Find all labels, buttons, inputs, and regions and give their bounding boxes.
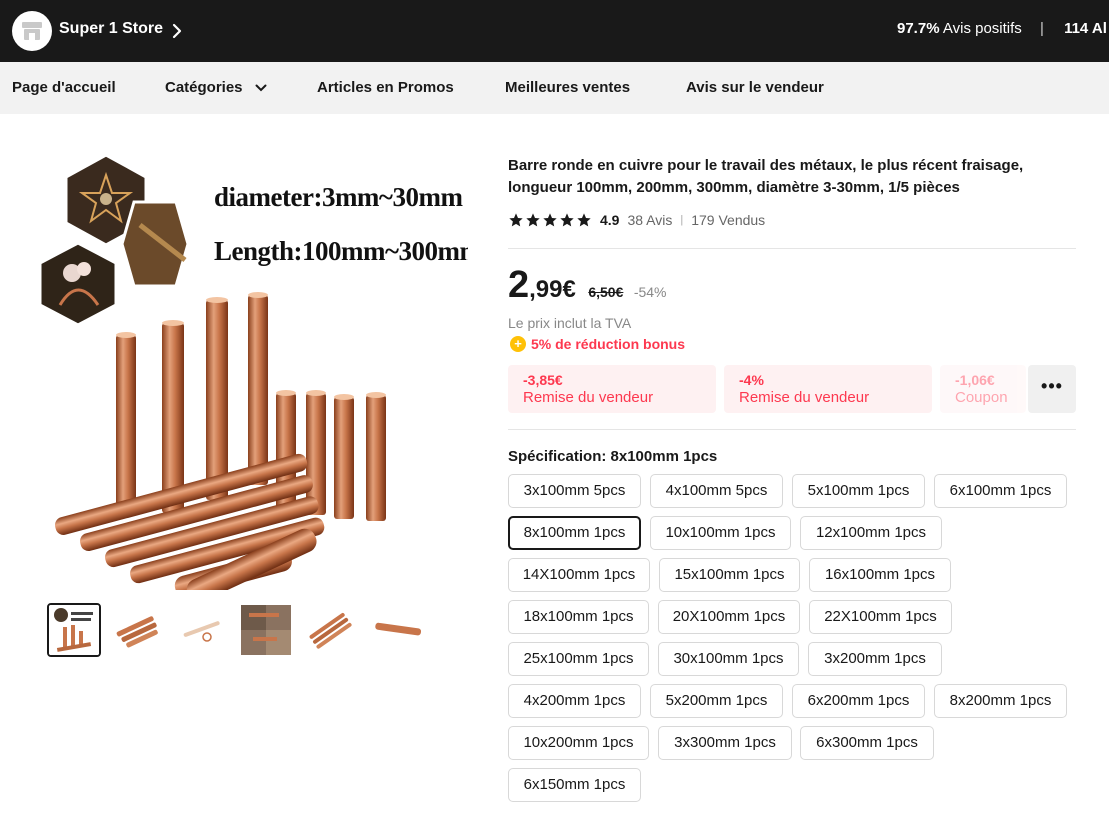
spec-option[interactable]: 3x300mm 1pcs — [658, 726, 792, 760]
star-icon — [560, 213, 574, 227]
nav-seller-reviews[interactable]: Avis sur le vendeur — [686, 79, 824, 96]
thumbnail-image — [367, 603, 421, 657]
spec-option[interactable]: 25x100mm 1pcs — [508, 642, 649, 676]
star-icon — [543, 213, 557, 227]
star-icon — [577, 213, 591, 227]
more-coupons-button[interactable]: ••• — [1028, 365, 1076, 413]
chevron-right-icon[interactable] — [170, 20, 186, 42]
thumbnail-image — [175, 603, 229, 657]
coupon-label: Coupon — [955, 389, 1008, 406]
spec-option[interactable]: 4x200mm 1pcs — [508, 684, 641, 718]
spec-option[interactable]: 18x100mm 1pcs — [508, 600, 649, 634]
thumbnail-4[interactable] — [239, 603, 293, 657]
spec-option[interactable]: 30x100mm 1pcs — [658, 642, 799, 676]
coupon-label: Remise du vendeur — [523, 389, 654, 406]
spec-option[interactable]: 8x200mm 1pcs — [934, 684, 1067, 718]
spec-option[interactable]: 6x100mm 1pcs — [934, 474, 1067, 508]
store-logo[interactable] — [12, 11, 52, 51]
spec-option[interactable]: 3x100mm 5pcs — [508, 474, 641, 508]
rating-score: 4.9 — [600, 212, 620, 228]
spec-option-selected[interactable]: 8x100mm 1pcs — [508, 516, 641, 550]
spec-option[interactable]: 5x200mm 1pcs — [650, 684, 783, 718]
reviews-count[interactable]: 38 Avis — [627, 212, 672, 228]
length-overlay-text: Length:100mm~300mm — [214, 236, 468, 266]
thumbnail-2[interactable] — [111, 603, 165, 657]
coupon-row: -3,85€ Remise du vendeur -4% Remise du v… — [508, 365, 1076, 413]
thumbnail-3[interactable] — [175, 603, 229, 657]
original-price: 6,50€ — [588, 284, 624, 300]
product-title: Barre ronde en cuivre pour le travail de… — [508, 157, 1024, 196]
coupon-card[interactable]: -4% Remise du vendeur — [724, 365, 932, 413]
more-dots-icon: ••• — [1041, 376, 1063, 396]
store-header: Super 1 Store 97.7% Avis positifs | 114 … — [0, 0, 1109, 62]
nav-best-sellers[interactable]: Meilleures ventes — [505, 79, 630, 96]
coupon-amount: -1,06€ — [955, 372, 995, 388]
spec-option[interactable]: 15x100mm 1pcs — [659, 558, 800, 592]
spec-option[interactable]: 6x300mm 1pcs — [800, 726, 934, 760]
spec-option[interactable]: 6x150mm 1pcs — [508, 768, 641, 802]
store-icon — [22, 22, 42, 40]
sold-count: 179 Vendus — [691, 212, 766, 228]
store-nav: Page d'accueil Catégories Articles en Pr… — [0, 62, 1109, 114]
thumbnail-image — [49, 605, 99, 655]
spec-option[interactable]: 10x100mm 1pcs — [650, 516, 791, 550]
plus-coin-icon: + — [510, 336, 526, 352]
coupon-label: Remise du vendeur — [739, 389, 870, 406]
price-block: 2,99€ 6,50€ -54% — [508, 264, 667, 307]
discount-percent: -54% — [633, 284, 667, 300]
thumbnail-6[interactable] — [367, 603, 421, 657]
price-integer: 2 — [508, 264, 530, 306]
thumbnail-image — [241, 605, 291, 655]
spec-option[interactable]: 4x100mm 5pcs — [650, 474, 783, 508]
coupon-card[interactable]: -1,06€ Coupon — [940, 365, 1026, 413]
spec-option[interactable]: 16x100mm 1pcs — [809, 558, 951, 592]
star-icon — [509, 213, 523, 227]
nav-categories-label: Catégories — [165, 79, 243, 96]
store-name[interactable]: Super 1 Store — [59, 20, 163, 38]
bonus-discount[interactable]: + 5% de réduction bonus — [510, 336, 685, 352]
star-rating — [508, 212, 592, 228]
thumbnail-5[interactable] — [303, 603, 357, 657]
rating-separator: | — [1039, 20, 1044, 37]
spec-option[interactable]: 14X100mm 1pcs — [508, 558, 650, 592]
thumbnail-image — [303, 603, 357, 657]
thumbnail-image — [111, 603, 165, 657]
spec-option[interactable]: 20X100mm 1pcs — [658, 600, 800, 634]
coupon-amount: -4% — [739, 372, 764, 388]
divider — [508, 248, 1076, 249]
spec-option[interactable]: 6x200mm 1pcs — [792, 684, 925, 718]
followers-count: 114 Al — [1064, 20, 1107, 37]
positive-label: Avis positifs — [942, 20, 1022, 37]
star-icon — [526, 213, 540, 227]
diameter-overlay-text: diameter:3mm~30mm — [214, 182, 463, 212]
spec-option[interactable]: 12x100mm 1pcs — [800, 516, 942, 550]
coupon-amount: -3,85€ — [523, 372, 563, 388]
main-product-image[interactable]: diameter:3mm~30mm Length:100mm~300mm — [20, 145, 468, 590]
thumbnail-1[interactable] — [47, 603, 101, 657]
coupon-card[interactable]: -3,85€ Remise du vendeur — [508, 365, 716, 413]
meta-separator: | — [680, 214, 684, 226]
nav-categories[interactable]: Catégories — [165, 79, 267, 96]
rating-row: 4.9 38 Avis | 179 Vendus — [508, 212, 765, 228]
nav-home[interactable]: Page d'accueil — [12, 79, 116, 96]
spec-option[interactable]: 10x200mm 1pcs — [508, 726, 649, 760]
spec-option[interactable]: 3x200mm 1pcs — [808, 642, 942, 676]
store-rating: 97.7% Avis positifs | 114 Al — [897, 20, 1107, 37]
price-decimal: ,99€ — [529, 276, 576, 303]
positive-percentage: 97.7% — [897, 20, 940, 37]
specification-label: Spécification: 8x100mm 1pcs — [508, 448, 718, 465]
spec-option[interactable]: 5x100mm 1pcs — [792, 474, 925, 508]
chevron-down-icon — [255, 84, 267, 92]
tva-note: Le prix inclut la TVA — [508, 315, 632, 331]
nav-promos[interactable]: Articles en Promos — [317, 79, 454, 96]
bonus-text: 5% de réduction bonus — [531, 336, 686, 352]
divider — [508, 429, 1076, 430]
spec-option[interactable]: 22X100mm 1pcs — [809, 600, 952, 634]
